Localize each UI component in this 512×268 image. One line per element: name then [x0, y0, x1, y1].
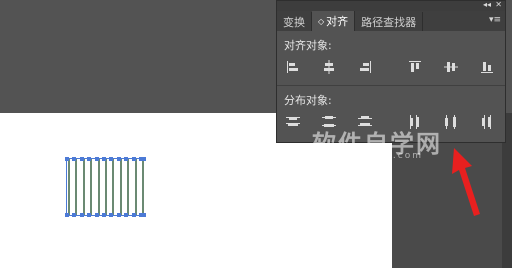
align-panel: ◂◂ ✕ 变换 ◇ 对齐 路径查找器 ▾≡ 对齐对象: 分布对象:: [276, 0, 506, 143]
selection-anchor-point[interactable]: [65, 213, 69, 217]
selection-anchor-point[interactable]: [72, 157, 77, 161]
panel-menu-icon[interactable]: ▾≡: [489, 15, 501, 25]
selection-anchor-point[interactable]: [124, 157, 129, 161]
vertical-line: [112, 159, 115, 215]
align-objects-label: 对齐对象:: [284, 39, 332, 52]
vertical-line: [142, 159, 144, 215]
align-bottom-icon[interactable]: [479, 59, 495, 75]
distribute-objects-label: 分布对象:: [284, 94, 332, 107]
selection-anchor-point[interactable]: [109, 213, 114, 217]
align-horizontal-center-icon[interactable]: [321, 59, 337, 75]
watermark: 软件自学网 www.rjzxw.com: [312, 124, 462, 174]
align-top-icon[interactable]: [407, 59, 423, 75]
distribute-top-icon[interactable]: [285, 114, 301, 130]
align-left-icon[interactable]: [285, 59, 301, 75]
vertical-line: [97, 159, 100, 215]
selection-anchor-point[interactable]: [72, 213, 77, 217]
selection-anchor-point[interactable]: [131, 157, 136, 161]
selection-anchor-point[interactable]: [79, 213, 84, 217]
tab-align[interactable]: ◇ 对齐: [312, 11, 356, 31]
selection-anchor-point[interactable]: [65, 157, 69, 161]
vertical-line: [127, 159, 130, 215]
tab-label: 路径查找器: [361, 15, 417, 29]
vertical-line: [134, 159, 137, 215]
selection-anchor-point[interactable]: [102, 157, 106, 161]
selection-anchor-point[interactable]: [102, 213, 106, 217]
vertical-line: [82, 159, 85, 215]
vertical-line: [68, 159, 70, 215]
align-vertical-center-icon[interactable]: [443, 59, 459, 75]
tab-options-icon: ◇: [318, 16, 325, 26]
selection-anchor-point[interactable]: [142, 213, 146, 217]
tab-transform[interactable]: 变换: [277, 12, 312, 31]
selected-line-group[interactable]: [65, 157, 146, 217]
vertical-line: [119, 159, 122, 215]
distribute-right-icon[interactable]: [479, 114, 495, 130]
vertical-line: [105, 159, 107, 215]
tab-pathfinder[interactable]: 路径查找器: [355, 12, 424, 31]
selection-anchor-point[interactable]: [142, 157, 146, 161]
tab-label: 变换: [283, 15, 305, 29]
selection-anchor-point[interactable]: [124, 213, 129, 217]
red-arrow-icon: [452, 148, 480, 216]
vertical-line: [75, 159, 78, 215]
selection-anchor-point[interactable]: [94, 157, 99, 161]
collapse-panel-icon[interactable]: ◂◂: [483, 0, 491, 10]
close-panel-icon[interactable]: ✕: [495, 0, 502, 10]
section-divider: [277, 85, 505, 86]
selection-anchor-point[interactable]: [87, 213, 92, 217]
selection-anchor-point[interactable]: [109, 157, 114, 161]
selection-anchor-point[interactable]: [79, 157, 84, 161]
tab-label: 对齐: [326, 15, 349, 28]
selection-anchor-point[interactable]: [116, 213, 121, 217]
vertical-line: [90, 159, 93, 215]
watermark-url: www.rjzxw.com: [328, 151, 423, 161]
panel-title-bar[interactable]: ◂◂ ✕: [277, 0, 505, 11]
align-right-icon[interactable]: [357, 59, 373, 75]
selection-anchor-point[interactable]: [131, 213, 136, 217]
selection-anchor-point[interactable]: [116, 157, 121, 161]
selection-anchor-point[interactable]: [87, 157, 92, 161]
selection-anchor-point[interactable]: [94, 213, 99, 217]
panel-tabs: 变换 ◇ 对齐 路径查找器 ▾≡: [277, 11, 505, 31]
